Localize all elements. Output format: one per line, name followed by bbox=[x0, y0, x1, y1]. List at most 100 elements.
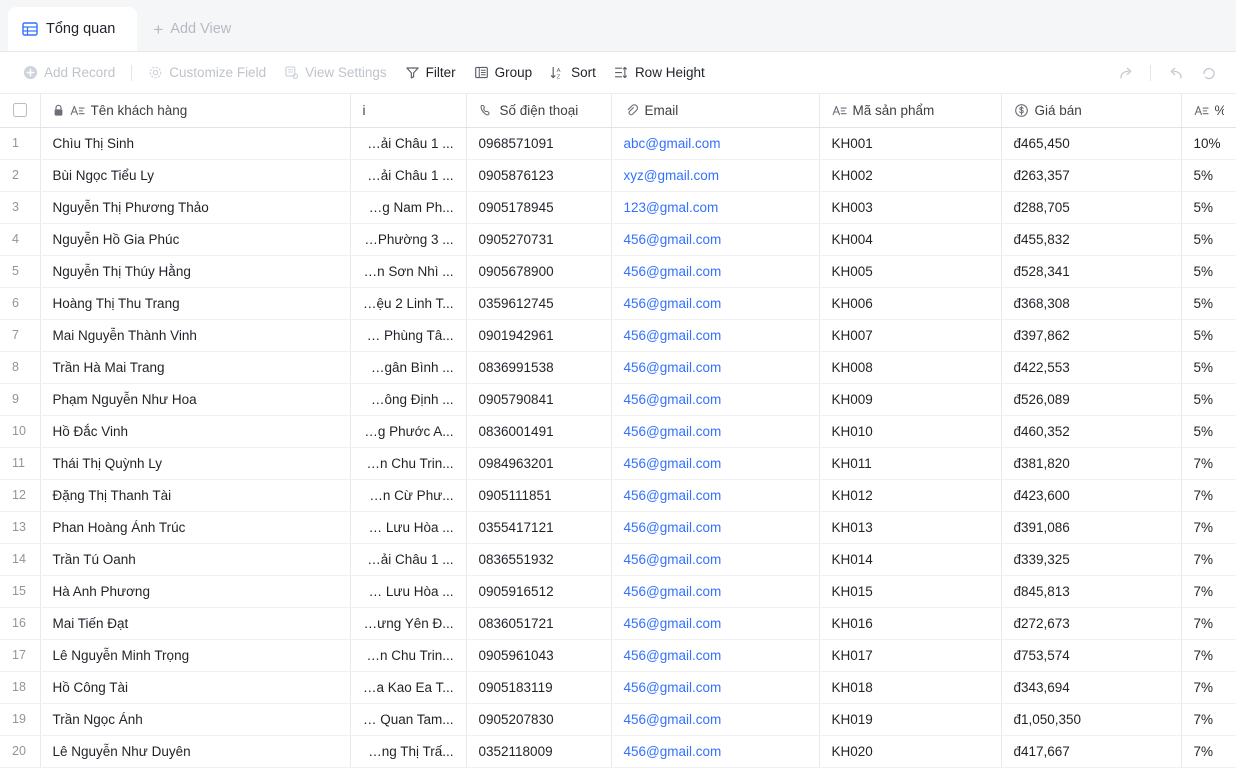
address-cell[interactable]: ăn Ngân Bình ... bbox=[350, 351, 467, 384]
address-cell[interactable]: Lộ 9 Phường 3 ... bbox=[350, 223, 467, 256]
customer-name-cell[interactable]: Lê Nguyễn Như Duyên bbox=[40, 735, 351, 768]
price-cell[interactable]: đ455,832 bbox=[1001, 223, 1182, 256]
phone-cell[interactable]: 0905876123 bbox=[466, 159, 612, 192]
customer-name-cell[interactable]: Hoàng Thị Thu Trang bbox=[40, 287, 351, 320]
customer-name-cell[interactable]: Nguyễn Thị Thúy Hằng bbox=[40, 255, 351, 288]
customer-name-cell[interactable]: Phạm Nguyễn Như Hoa bbox=[40, 383, 351, 416]
customer-name-cell[interactable]: Phan Hoàng Ánh Trúc bbox=[40, 511, 351, 544]
product-code-cell[interactable]: KH009 bbox=[819, 383, 1002, 416]
percent-cell[interactable]: 7% bbox=[1181, 703, 1236, 736]
email-cell[interactable]: 456@gmail.com bbox=[611, 607, 820, 640]
address-cell[interactable]: ẫn Hải Châu 1 ... bbox=[350, 543, 467, 576]
table-row[interactable]: 19 Trần Ngọc Ánh Tam Quan Tam... 0905207830… bbox=[0, 703, 1236, 736]
address-cell[interactable]: ẫn Hải Châu 1 ... bbox=[350, 127, 467, 160]
table-row[interactable]: 11 Thái Thị Quỳnh Ly 5 Phan Chu Trin... 098… bbox=[0, 447, 1236, 480]
table-row[interactable]: 7 Mai Nguyễn Thành Vinh Đình Phùng Tâ... 09… bbox=[0, 319, 1236, 352]
customer-name-cell[interactable]: Mai Tiến Đạt bbox=[40, 607, 351, 640]
percent-cell[interactable]: 5% bbox=[1181, 159, 1236, 192]
email-cell[interactable]: 456@gmail.com bbox=[611, 319, 820, 352]
email-cell[interactable]: 456@gmail.com bbox=[611, 351, 820, 384]
address-cell[interactable]: Đăng Lưu Hòa ... bbox=[350, 575, 467, 608]
price-cell[interactable]: đ528,341 bbox=[1001, 255, 1182, 288]
email-cell[interactable]: 456@gmail.com bbox=[611, 671, 820, 704]
phone-cell[interactable]: 0836051721 bbox=[466, 607, 612, 640]
email-cell[interactable]: 456@gmail.com bbox=[611, 511, 820, 544]
table-row[interactable]: 8 Trần Hà Mai Trang ăn Ngân Bình ... 083699… bbox=[0, 351, 1236, 384]
column-header-product-code[interactable]: Mã sản phẩm bbox=[819, 94, 1002, 128]
address-cell[interactable]: 5 Phan Chu Trin... bbox=[350, 639, 467, 672]
product-code-cell[interactable]: KH010 bbox=[819, 415, 1002, 448]
customer-name-cell[interactable]: Trần Ngọc Ánh bbox=[40, 703, 351, 736]
table-row[interactable]: 16 Mai Tiến Đạt Bà Trưng Yên Đ... 083605172… bbox=[0, 607, 1236, 640]
product-code-cell[interactable]: KH006 bbox=[819, 287, 1002, 320]
customer-name-cell[interactable]: Hà Anh Phương bbox=[40, 575, 351, 608]
column-header-phone[interactable]: Số điện thoại bbox=[466, 94, 612, 128]
address-cell[interactable]: ơ Tân Sơn Nhì ... bbox=[350, 255, 467, 288]
customer-name-cell[interactable]: Bùi Ngọc Tiểu Ly bbox=[40, 159, 351, 192]
percent-cell[interactable]: 7% bbox=[1181, 639, 1236, 672]
price-cell[interactable]: đ343,694 bbox=[1001, 671, 1182, 704]
price-cell[interactable]: đ1,050,350 bbox=[1001, 703, 1182, 736]
column-header-name[interactable]: Tên khách hàng bbox=[40, 94, 351, 128]
email-cell[interactable]: 456@gmail.com bbox=[611, 543, 820, 576]
table-row[interactable]: 3 Nguyễn Thị Phương Thảo Vương Nam Ph... 09… bbox=[0, 191, 1236, 224]
email-cell[interactable]: 456@gmail.com bbox=[611, 287, 820, 320]
product-code-cell[interactable]: KH012 bbox=[819, 479, 1002, 512]
email-cell[interactable]: 456@gmail.com bbox=[611, 703, 820, 736]
product-code-cell[interactable]: KH004 bbox=[819, 223, 1002, 256]
table-row[interactable]: 17 Lê Nguyễn Minh Trọng 5 Phan Chu Trin...… bbox=[0, 639, 1236, 672]
percent-cell[interactable]: 7% bbox=[1181, 607, 1236, 640]
select-all-checkbox[interactable] bbox=[12, 103, 27, 118]
table-row[interactable]: 15 Hà Anh Phương Đăng Lưu Hòa ... 090591651… bbox=[0, 575, 1236, 608]
customer-name-cell[interactable]: Đặng Thị Thanh Tài bbox=[40, 479, 351, 512]
table-row[interactable]: 12 Đặng Thị Thanh Tài ễn Văn Cừ Phư... 0905… bbox=[0, 479, 1236, 512]
price-cell[interactable]: đ417,667 bbox=[1001, 735, 1182, 768]
share-button[interactable] bbox=[1110, 61, 1141, 84]
email-cell[interactable]: 456@gmail.com bbox=[611, 479, 820, 512]
product-code-cell[interactable]: KH018 bbox=[819, 671, 1002, 704]
price-cell[interactable]: đ465,450 bbox=[1001, 127, 1182, 160]
product-code-cell[interactable]: KH014 bbox=[819, 543, 1002, 576]
product-code-cell[interactable]: KH013 bbox=[819, 511, 1002, 544]
table-row[interactable]: 1 Chìu Thị Sinh ẫn Hải Châu 1 ... 096857109… bbox=[0, 127, 1236, 160]
redo-button[interactable] bbox=[1193, 61, 1224, 84]
data-grid[interactable]: Tên khách hàng i Số điện thoại Email Mã … bbox=[0, 94, 1236, 775]
address-cell[interactable]: 5 Phan Chu Trin... bbox=[350, 447, 467, 480]
address-cell[interactable]: ẫn Hải Châu 1 ... bbox=[350, 159, 467, 192]
percent-cell[interactable]: 7% bbox=[1181, 735, 1236, 768]
sort-button[interactable]: A Z Sort bbox=[541, 61, 605, 84]
column-header-email[interactable]: Email bbox=[611, 94, 820, 128]
table-row[interactable]: 13 Phan Hoàng Ánh Trúc Đăng Lưu Hòa ... 035… bbox=[0, 511, 1236, 544]
phone-cell[interactable]: 0968571091 bbox=[466, 127, 612, 160]
address-cell[interactable]: g Diệu 2 Linh T... bbox=[350, 287, 467, 320]
email-cell[interactable]: 456@gmail.com bbox=[611, 735, 820, 768]
price-cell[interactable]: đ368,308 bbox=[1001, 287, 1182, 320]
email-cell[interactable]: 456@gmail.com bbox=[611, 447, 820, 480]
phone-cell[interactable]: 0905270731 bbox=[466, 223, 612, 256]
product-code-cell[interactable]: KH020 bbox=[819, 735, 1002, 768]
percent-cell[interactable]: 7% bbox=[1181, 447, 1236, 480]
phone-cell[interactable]: 0905790841 bbox=[466, 383, 612, 416]
percent-cell[interactable]: 7% bbox=[1181, 479, 1236, 512]
customer-name-cell[interactable]: Nguyễn Thị Phương Thảo bbox=[40, 191, 351, 224]
product-code-cell[interactable]: KH005 bbox=[819, 255, 1002, 288]
customer-name-cell[interactable]: Trần Hà Mai Trang bbox=[40, 351, 351, 384]
percent-cell[interactable]: 5% bbox=[1181, 383, 1236, 416]
price-cell[interactable]: đ753,574 bbox=[1001, 639, 1182, 672]
customer-name-cell[interactable]: Hồ Đắc Vinh bbox=[40, 415, 351, 448]
product-code-cell[interactable]: KH015 bbox=[819, 575, 1002, 608]
customize-field-button[interactable]: Customize Field bbox=[139, 61, 275, 84]
address-cell[interactable]: Tam Quan Tam... bbox=[350, 703, 467, 736]
phone-cell[interactable]: 0905178945 bbox=[466, 191, 612, 224]
product-code-cell[interactable]: KH017 bbox=[819, 639, 1002, 672]
price-cell[interactable]: đ845,813 bbox=[1001, 575, 1182, 608]
table-row[interactable]: 10 Hồ Đắc Vinh Phóng Phước A... 0836001491 4… bbox=[0, 415, 1236, 448]
undo-button[interactable] bbox=[1160, 61, 1191, 84]
email-cell[interactable]: 456@gmail.com bbox=[611, 223, 820, 256]
phone-cell[interactable]: 0352118009 bbox=[466, 735, 612, 768]
group-button[interactable]: Group bbox=[465, 61, 542, 84]
add-view-button[interactable]: + Add View bbox=[137, 7, 247, 51]
percent-cell[interactable]: 5% bbox=[1181, 415, 1236, 448]
product-code-cell[interactable]: KH019 bbox=[819, 703, 1002, 736]
email-cell[interactable]: 456@gmail.com bbox=[611, 415, 820, 448]
